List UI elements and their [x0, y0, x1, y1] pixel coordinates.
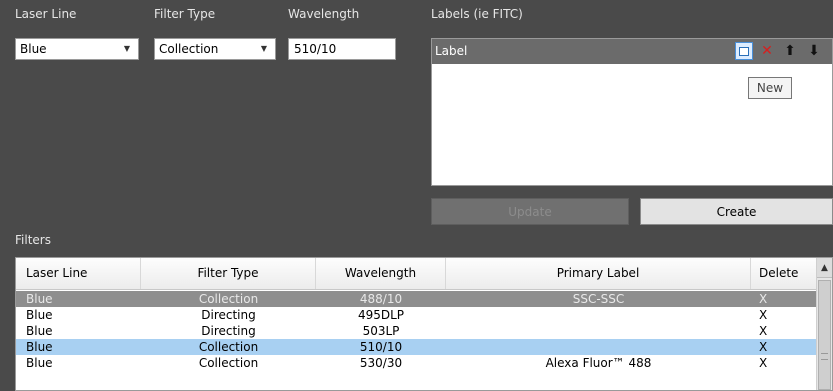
labels-label: Labels (ie FITC): [431, 7, 523, 21]
delete-row-button[interactable]: X: [751, 355, 816, 371]
cell-wavelength: 488/10: [359, 292, 403, 306]
column-header-filter-type[interactable]: Filter Type: [141, 258, 316, 289]
filters-table-header: Laser Line Filter Type Wavelength Primar…: [16, 258, 816, 290]
table-row[interactable]: Blue Collection 510/10 X: [16, 339, 816, 355]
filter-type-select[interactable]: Collection ▼: [154, 38, 276, 60]
chevron-down-icon: ▼: [123, 44, 130, 53]
table-row[interactable]: Blue Directing 495DLP X: [16, 307, 816, 323]
cell-filter-type: Directing: [201, 324, 256, 338]
wavelength-input[interactable]: 510/10: [288, 38, 396, 60]
column-header-laser-line[interactable]: Laser Line: [16, 258, 141, 289]
table-row[interactable]: Blue Collection 488/10 SSC-SSC X: [16, 291, 816, 307]
cell-primary-label: [446, 307, 751, 323]
table-row[interactable]: Blue Collection 530/30 Alexa Fluor™ 488 …: [16, 355, 816, 371]
cell-primary-label: Alexa Fluor™ 488: [545, 356, 652, 370]
update-button[interactable]: Update: [431, 198, 629, 225]
arrow-up-icon[interactable]: ⬆: [781, 42, 799, 60]
filters-label: Filters: [15, 233, 51, 247]
grip-icon: [821, 353, 828, 360]
label-column-header: Label: [435, 44, 468, 58]
labels-list-header: Label ✕ ⬆ ⬇: [432, 39, 832, 64]
delete-row-button[interactable]: X: [751, 339, 816, 355]
cell-laser-line: Blue: [26, 356, 53, 370]
cell-primary-label: [446, 323, 751, 339]
vertical-scrollbar[interactable]: ▲: [816, 258, 832, 390]
new-tooltip: New: [748, 77, 792, 99]
cell-filter-type: Directing: [201, 308, 256, 322]
new-icon[interactable]: [735, 42, 753, 60]
chevron-down-icon: ▼: [260, 44, 267, 53]
filters-table[interactable]: Laser Line Filter Type Wavelength Primar…: [15, 257, 833, 391]
wavelength-value: 510/10: [294, 42, 337, 56]
delete-row-button[interactable]: X: [751, 307, 816, 323]
column-header-delete[interactable]: Delete: [751, 258, 816, 289]
table-row[interactable]: Blue Directing 503LP X: [16, 323, 816, 339]
scroll-up-icon[interactable]: ▲: [817, 258, 832, 278]
cell-laser-line: Blue: [26, 308, 53, 322]
delete-icon[interactable]: ✕: [758, 42, 776, 60]
laser-line-label: Laser Line: [15, 7, 77, 21]
cell-laser-line: Blue: [26, 292, 53, 306]
column-header-wavelength[interactable]: Wavelength: [316, 258, 446, 289]
filter-type-value: Collection: [159, 42, 219, 56]
cell-filter-type: Collection: [198, 292, 259, 306]
cell-filter-type: Collection: [198, 356, 259, 370]
cell-laser-line: Blue: [26, 324, 53, 338]
laser-line-value: Blue: [20, 42, 47, 56]
delete-row-button[interactable]: X: [751, 323, 816, 339]
cell-filter-type: Collection: [198, 340, 259, 354]
arrow-down-icon[interactable]: ⬇: [805, 42, 823, 60]
wavelength-label: Wavelength: [288, 7, 360, 21]
scrollbar-thumb[interactable]: [818, 280, 831, 390]
cell-wavelength: 510/10: [359, 340, 403, 354]
cell-wavelength: 503LP: [362, 324, 400, 338]
delete-row-button[interactable]: X: [751, 291, 816, 307]
cell-primary-label: SSC-SSC: [572, 292, 625, 306]
column-header-primary-label[interactable]: Primary Label: [446, 258, 751, 289]
create-button[interactable]: Create: [640, 198, 833, 225]
laser-line-select[interactable]: Blue ▼: [15, 38, 139, 60]
cell-primary-label: [446, 339, 751, 355]
filter-type-label: Filter Type: [154, 7, 216, 21]
labels-list[interactable]: Label ✕ ⬆ ⬇: [431, 38, 833, 186]
cell-wavelength: 495DLP: [357, 308, 405, 322]
cell-laser-line: Blue: [26, 340, 53, 354]
cell-wavelength: 530/30: [359, 356, 403, 370]
